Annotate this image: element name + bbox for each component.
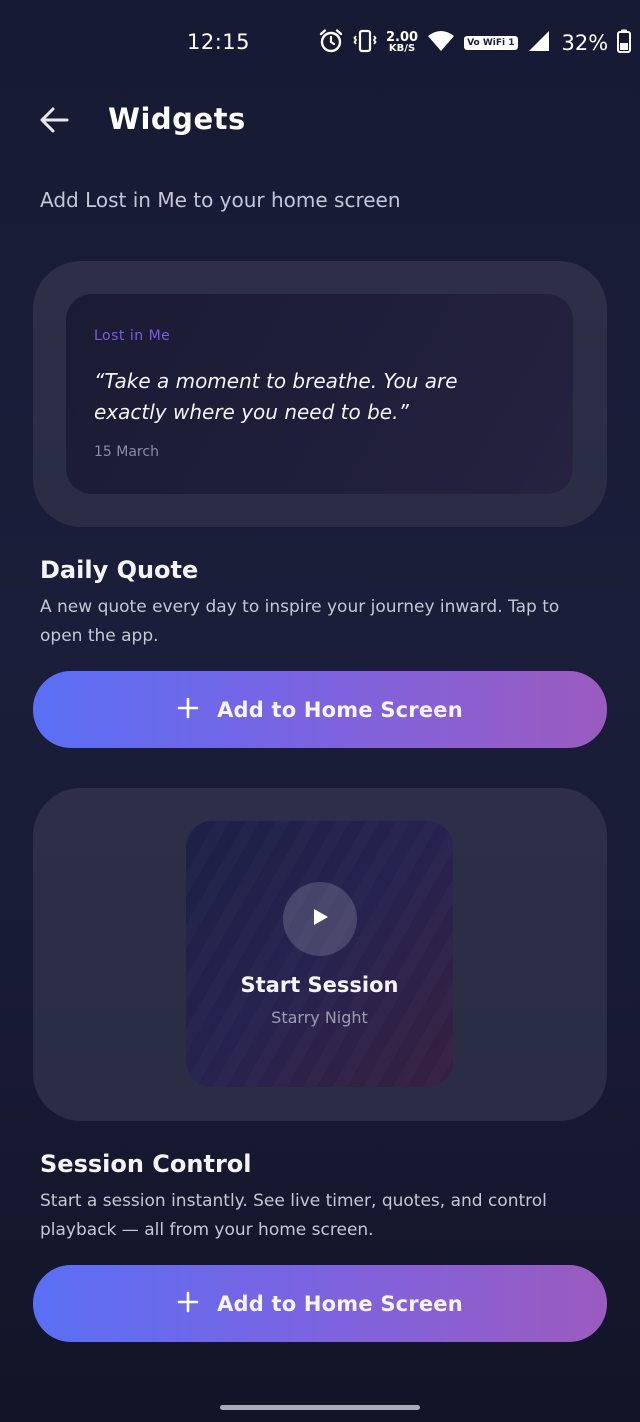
page-subtitle: Add Lost in Me to your home screen <box>40 188 401 212</box>
vibrate-icon <box>353 28 377 58</box>
daily-quote-title: Daily Quote <box>40 556 199 584</box>
daily-quote-description: A new quote every day to inspire your jo… <box>40 597 560 646</box>
session-widget-subtitle: Starry Night <box>271 1008 368 1027</box>
play-icon <box>310 907 330 931</box>
alarm-icon <box>318 28 344 58</box>
network-speed: 2.00 KB/S <box>386 31 418 54</box>
plus-icon <box>177 1286 199 1318</box>
daily-quote-preview-card: Lost in Me “Take a moment to breathe. Yo… <box>33 261 607 527</box>
widget-app-name: Lost in Me <box>94 328 171 344</box>
session-widget-preview: Start Session Starry Night <box>186 821 453 1087</box>
volte-badge: Vo WiFi 1 <box>464 36 518 50</box>
page-title: Widgets <box>108 102 246 136</box>
session-widget-title: Start Session <box>240 973 399 997</box>
add-daily-quote-button[interactable]: Add to Home Screen <box>33 671 607 748</box>
wifi-icon <box>427 29 455 57</box>
status-time: 12:15 <box>187 30 251 54</box>
session-control-preview-card: Start Session Starry Night <box>33 788 607 1121</box>
status-icons: 2.00 KB/S Vo WiFi 1 32% <box>318 28 632 58</box>
add-button-label: Add to Home Screen <box>217 697 463 722</box>
plus-icon <box>177 692 199 724</box>
play-button[interactable] <box>283 882 357 956</box>
session-control-description: Start a session instantly. See live time… <box>40 1191 547 1240</box>
status-bar: 12:15 2.00 KB/S Vo WiFi 1 32% <box>0 0 640 86</box>
battery-icon <box>617 29 632 57</box>
battery-percent: 32% <box>561 31 609 55</box>
add-session-control-button[interactable]: Add to Home Screen <box>33 1265 607 1342</box>
back-button[interactable] <box>36 104 72 140</box>
daily-quote-widget-preview: Lost in Me “Take a moment to breathe. Yo… <box>66 294 573 494</box>
home-indicator[interactable] <box>220 1405 420 1410</box>
arrow-left-icon <box>39 107 69 137</box>
network-speed-unit: KB/S <box>388 43 416 54</box>
signal-icon <box>527 29 551 57</box>
session-control-title: Session Control <box>40 1150 252 1178</box>
add-button-label: Add to Home Screen <box>217 1291 463 1316</box>
widget-quote-date: 15 March <box>94 444 159 460</box>
widget-quote-text: “Take a moment to breathe. You are exact… <box>94 369 458 424</box>
